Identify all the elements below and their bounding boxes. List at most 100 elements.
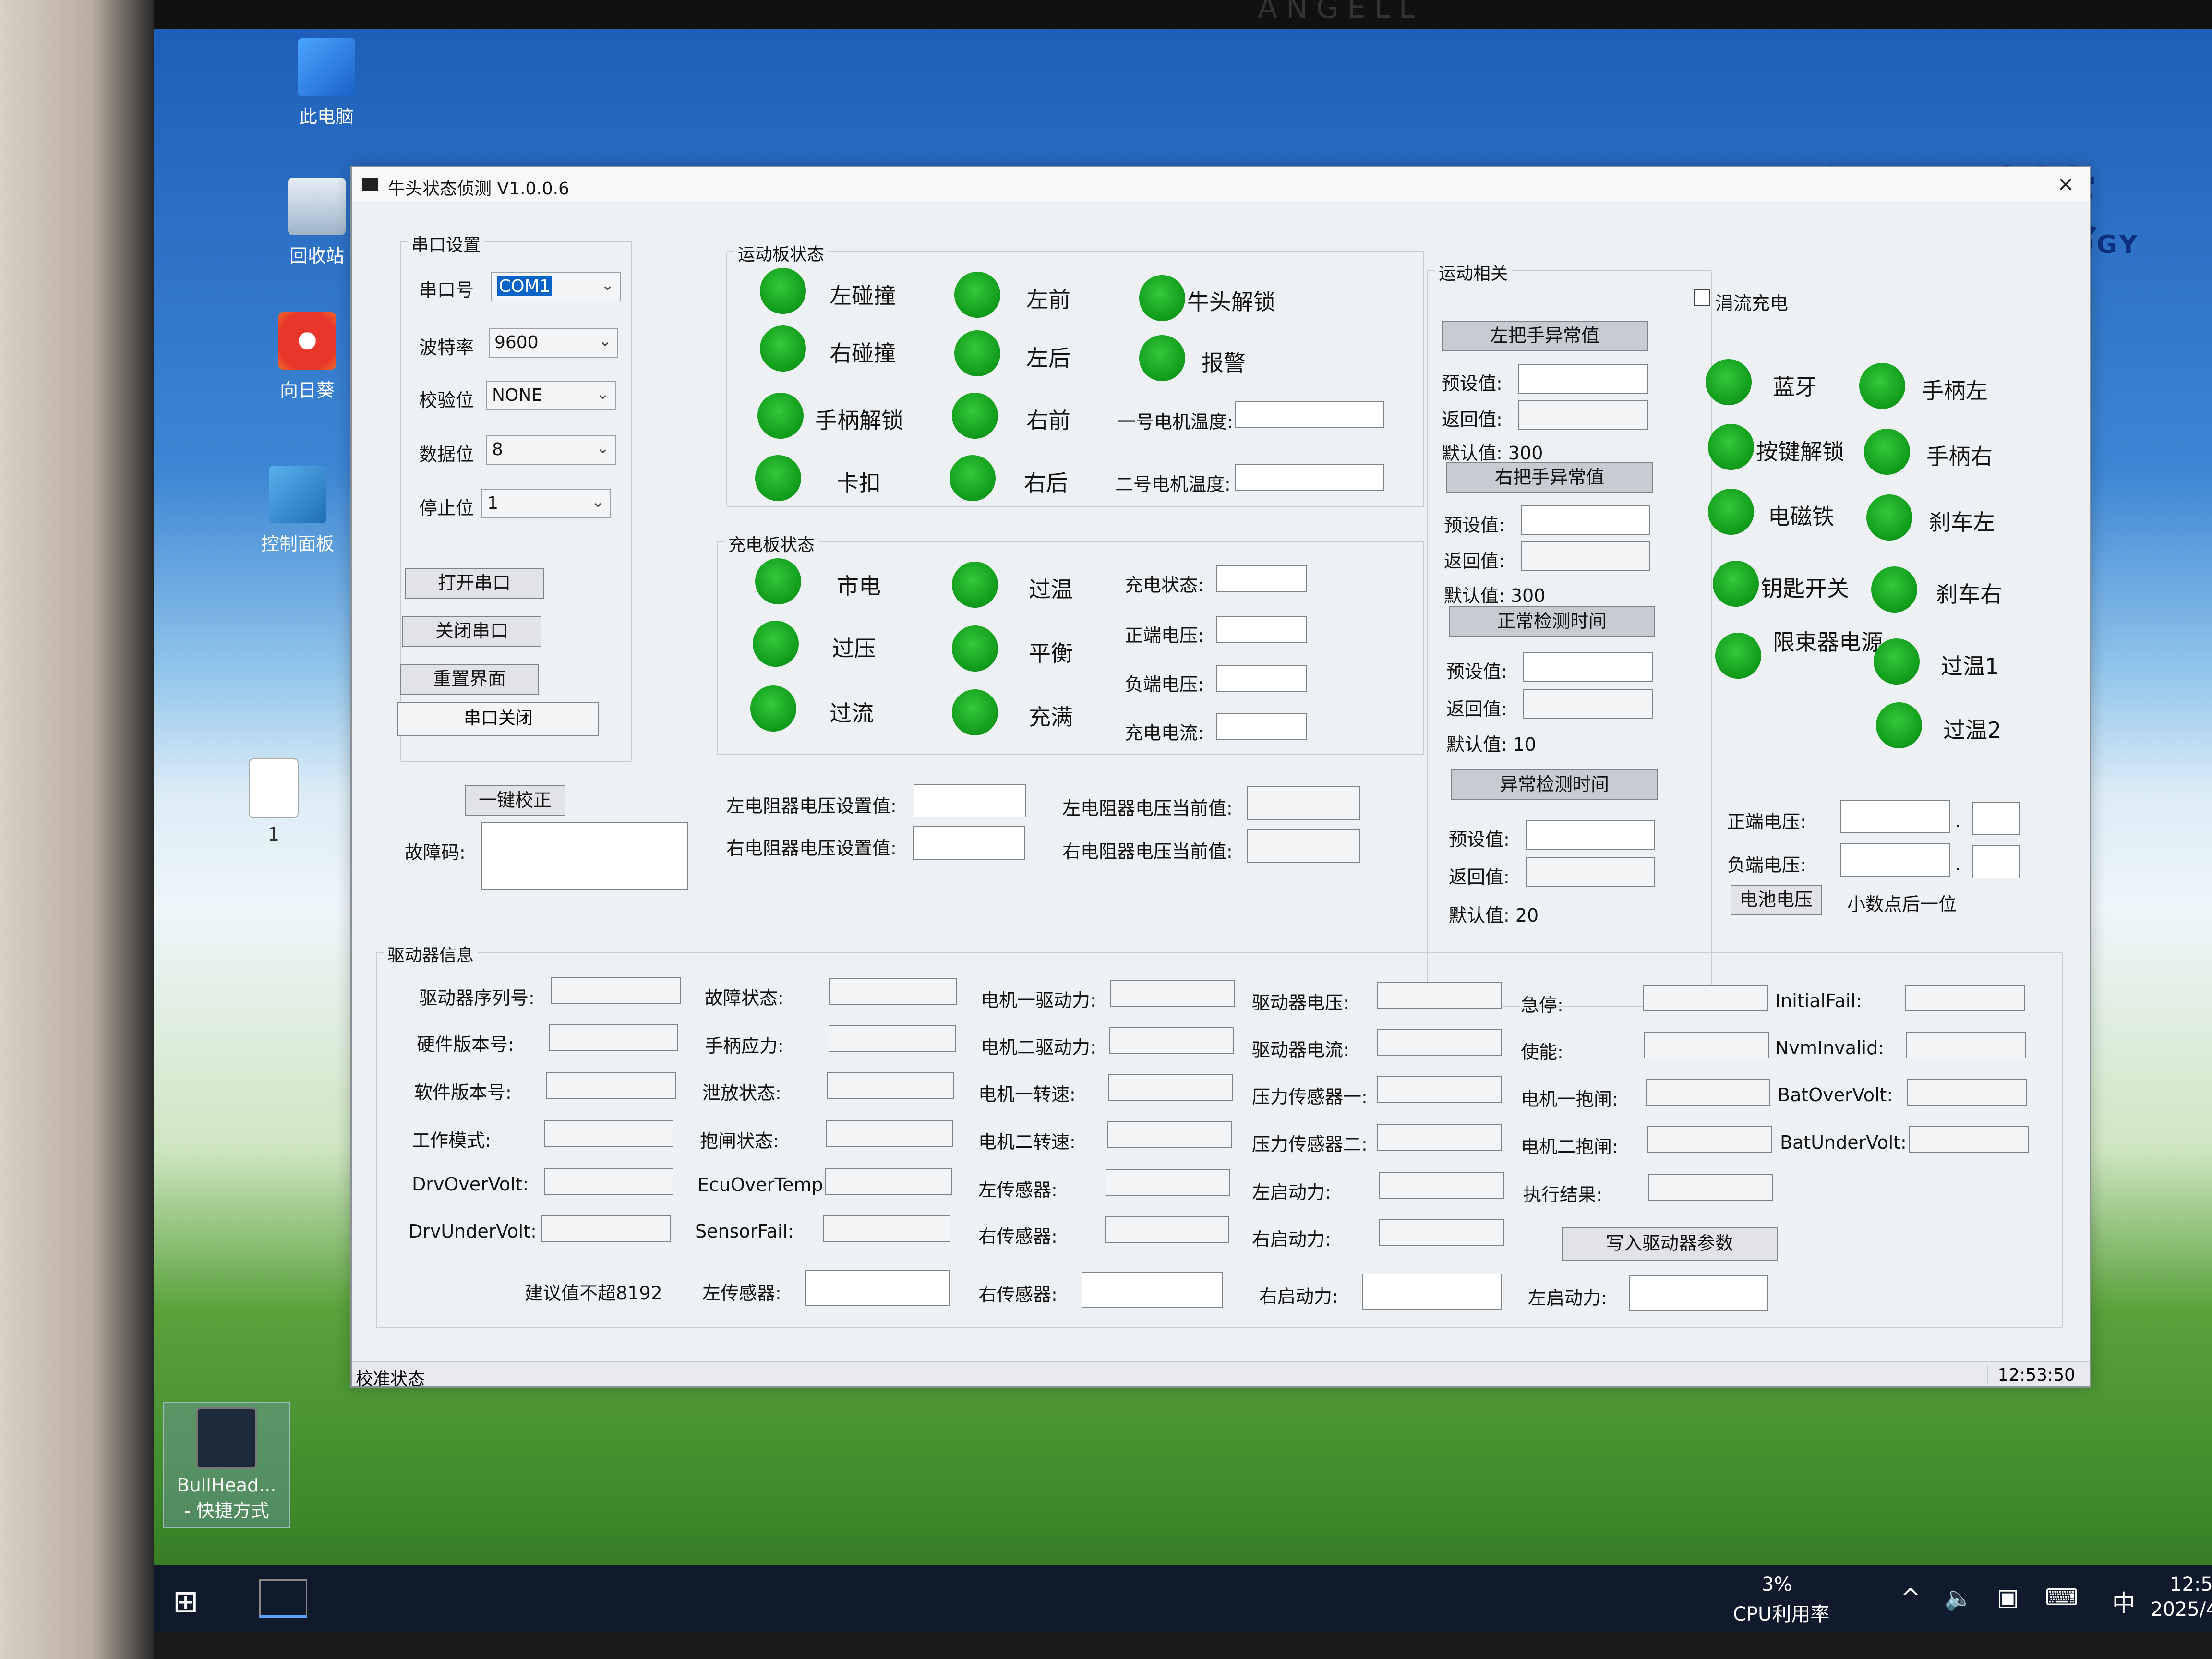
taskbar: ⊞ 3% CPU利用率 ^ 🔈 ▣ ⌨ 中 12:5 2025/4 [154, 1565, 2212, 1632]
status-led [1713, 561, 1759, 607]
right-start-force-field [1379, 1219, 1504, 1246]
taskbar-app-icon[interactable] [259, 1579, 307, 1618]
sensor-fail-field [823, 1215, 950, 1242]
port-status-field: 串口关闭 [397, 702, 599, 736]
monitor-app-icon [196, 1407, 257, 1469]
charge-state-label: 充电状态: [1125, 575, 1204, 596]
release-state-label: 泄放状态: [702, 1082, 781, 1104]
left-handle-abnormal-button[interactable]: 左把手异常值 [1442, 321, 1648, 351]
motor2-temp-label: 二号电机温度: [1115, 474, 1231, 495]
status-led [1708, 489, 1754, 535]
shortcut-label-line1: BullHead... [177, 1475, 276, 1496]
software-version-label: 软件版本号: [414, 1082, 512, 1103]
left-resistor-set-input[interactable] [914, 784, 1026, 817]
led-label-left-collision: 左碰撞 [830, 283, 896, 309]
enable-label: 使能: [1521, 1042, 1563, 1063]
group-title: 运动相关 [1435, 260, 1512, 285]
control-panel-icon [269, 466, 326, 523]
bottom-left-sensor-input[interactable] [805, 1270, 950, 1306]
open-port-button[interactable]: 打开串口 [405, 568, 544, 599]
bottom-right-sensor-label: 右传感器: [978, 1284, 1058, 1305]
right-handle-preset-input[interactable] [1521, 505, 1650, 535]
group-title: 驱动器信息 [384, 941, 478, 966]
port-select[interactable]: COM1 ⌄ [491, 272, 621, 301]
status-led [1706, 359, 1752, 405]
chevron-down-icon: ⌄ [599, 332, 612, 350]
status-led [1859, 363, 1905, 409]
battery-neg-volt-decimal [1972, 845, 2020, 878]
normal-detect-time-button[interactable]: 正常检测时间 [1449, 606, 1655, 637]
hardware-version-label: 硬件版本号: [417, 1034, 514, 1055]
databits-select[interactable]: 8 ⌄ [486, 435, 616, 465]
led-label-brake-right: 刹车右 [1936, 581, 2002, 607]
normal-detect-preset-input[interactable] [1523, 652, 1653, 682]
group-title: 充电板状态 [724, 531, 819, 556]
parity-select[interactable]: NONE ⌄ [486, 381, 616, 410]
status-led [1866, 494, 1912, 541]
desktop-icon-bullhead-shortcut[interactable]: BullHead... - 快捷方式 [163, 1402, 290, 1528]
preset-label: 预设值: [1444, 515, 1505, 536]
windows-start-icon[interactable]: ⊞ [173, 1584, 199, 1620]
exec-result-field [1648, 1174, 1773, 1201]
write-driver-params-button[interactable]: 写入驱动器参数 [1562, 1227, 1778, 1261]
sensor-fail-label: SensorFail: [695, 1221, 794, 1242]
abnormal-detect-preset-input[interactable] [1526, 820, 1655, 850]
battery-pos-volt-label: 正端电压: [1727, 811, 1806, 832]
status-led [950, 455, 996, 501]
clock-date[interactable]: 2025/4 [2151, 1599, 2212, 1621]
status-led [760, 325, 806, 372]
reset-ui-button[interactable]: 重置界面 [400, 664, 539, 695]
close-button[interactable]: × [2051, 172, 2080, 196]
network-icon[interactable]: ▣ [1997, 1584, 2019, 1611]
left-handle-preset-input[interactable] [1518, 364, 1648, 394]
abnormal-detect-time-button[interactable]: 异常检测时间 [1451, 769, 1658, 800]
led-label-handle-right: 手柄右 [1926, 444, 1993, 469]
close-port-button[interactable]: 关闭串口 [402, 616, 541, 647]
ecu-over-temp-label: EcuOverTemp [697, 1174, 823, 1195]
one-click-calibrate-button[interactable]: 一键校正 [465, 785, 565, 816]
desktop-icon-this-pc[interactable]: 此电脑 [269, 38, 384, 128]
motor2-speed-field [1107, 1121, 1232, 1148]
clock-time[interactable]: 12:5 [2170, 1574, 2212, 1596]
left-resistor-current-field [1247, 786, 1360, 820]
group-title: 串口设置 [408, 231, 485, 256]
right-resistor-set-input[interactable] [913, 826, 1025, 860]
desktop-icon-sunflower[interactable]: 向日葵 [250, 312, 365, 402]
stopbits-select[interactable]: 1 ⌄ [481, 489, 611, 518]
led-label-handle-unlock: 手柄解锁 [815, 408, 903, 433]
suggest-note: 建议值不超8192 [525, 1283, 662, 1304]
nvm-invalid-label: NvmInvalid: [1775, 1037, 1885, 1058]
keyboard-icon[interactable]: ⌨ [2045, 1584, 2078, 1611]
desktop-icon-file-1[interactable]: 1 [216, 758, 331, 845]
bottom-right-start-force-label: 右启动力: [1259, 1286, 1338, 1307]
volume-icon[interactable]: 🔈 [1944, 1584, 1973, 1611]
right-sensor-field [1105, 1216, 1229, 1243]
baud-value: 9600 [494, 333, 539, 352]
preset-label: 预设值: [1442, 373, 1503, 394]
status-led [750, 685, 796, 732]
bottom-right-sensor-input[interactable] [1082, 1272, 1223, 1308]
led-label-electromagnet: 电磁铁 [1768, 504, 1834, 529]
blank-file-icon [249, 758, 299, 818]
desktop-icon-control-panel[interactable]: 控制面板 [240, 466, 355, 555]
title-bar[interactable]: 牛头状态侦测 V1.0.0.6 × [352, 167, 2090, 201]
baud-select[interactable]: 9600 ⌄ [489, 328, 618, 358]
bottom-left-start-force-input[interactable] [1629, 1275, 1768, 1311]
drv-over-volt-field [544, 1168, 673, 1195]
right-handle-abnormal-button[interactable]: 右把手异常值 [1446, 462, 1653, 493]
led-label-handle-left: 手柄左 [1922, 378, 1988, 404]
recycle-bin-icon [288, 178, 346, 235]
battery-voltage-button[interactable]: 电池电压 [1731, 885, 1822, 915]
pressure-sensor-1-label: 压力传感器一: [1252, 1086, 1368, 1107]
led-label-key-unlock: 按键解锁 [1756, 439, 1844, 465]
drv-under-volt-field [541, 1215, 671, 1242]
trickle-charge-checkbox[interactable] [1694, 289, 1710, 306]
ime-indicator[interactable]: 中 [2112, 1584, 2135, 1618]
group-title: 运动板状态 [734, 240, 829, 265]
right-handle-return-field [1521, 541, 1650, 571]
led-label-mains: 市电 [837, 573, 881, 599]
bottom-right-start-force-input[interactable] [1362, 1274, 1502, 1310]
chevron-up-icon[interactable]: ^ [1901, 1584, 1920, 1611]
driver-current-label: 驱动器电流: [1252, 1039, 1349, 1060]
databits-value: 8 [492, 440, 503, 459]
